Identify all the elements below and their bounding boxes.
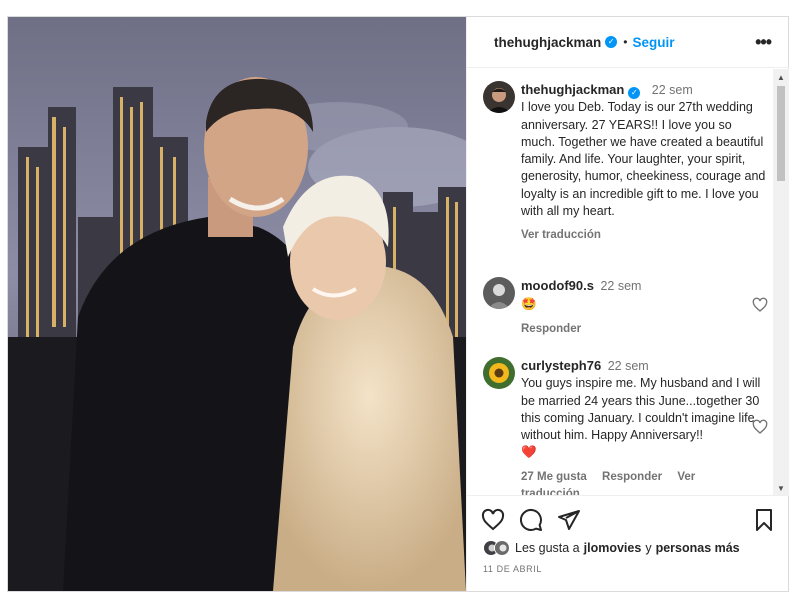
post-side-panel: thehughjackman ✓ • Seguir ••• thehughjac… — [466, 17, 789, 591]
post-author-username[interactable]: thehughjackman — [494, 35, 601, 50]
commenter-avatar[interactable] — [483, 277, 515, 309]
comments-scrollbar[interactable]: ▲ ▼ — [773, 69, 789, 495]
comment-author[interactable]: curlysteph76 — [521, 358, 601, 373]
comment-time[interactable]: 22 sem — [600, 279, 641, 293]
liker-avatar[interactable] — [494, 540, 510, 556]
scroll-up-icon[interactable]: ▲ — [777, 73, 785, 82]
reply-button[interactable]: Responder — [602, 471, 662, 483]
follow-button[interactable]: Seguir — [632, 35, 674, 50]
couple-photo-illustration — [8, 17, 466, 591]
post-photo[interactable] — [8, 17, 466, 591]
comment-meta: Responder — [521, 321, 768, 338]
post-dialog: thehughjackman ✓ • Seguir ••• thehughjac… — [7, 16, 789, 592]
comment-icon[interactable] — [519, 508, 543, 532]
comment-text: 🤩 — [521, 297, 537, 312]
comment-time[interactable]: 22 sem — [608, 359, 649, 373]
comment-author[interactable]: moodof90.s — [521, 278, 594, 293]
commenter-avatar[interactable] — [483, 357, 515, 389]
comment-text: You guys inspire me. My husband and I wi… — [521, 376, 761, 443]
post-date[interactable]: 11 DE ABRIL — [483, 564, 542, 574]
likes-connector: y — [645, 541, 652, 555]
heart-icon[interactable] — [752, 419, 768, 435]
likes-summary: Les gusta a jlomovies y personas más — [483, 540, 740, 556]
more-options-button[interactable]: ••• — [755, 32, 772, 53]
likes-prefix: Les gusta a — [515, 541, 580, 555]
verified-badge-icon: ✓ — [628, 87, 641, 99]
caption-translate-link[interactable]: Ver traducción — [521, 227, 768, 244]
caption-time[interactable]: 22 sem — [652, 83, 693, 97]
comment-emoji: ❤️ — [521, 445, 537, 460]
heart-icon[interactable] — [752, 297, 768, 313]
comment-item: curlysteph76 22 sem You guys inspire me.… — [483, 357, 768, 495]
comment-item: moodof90.s 22 sem 🤩 Responder — [483, 277, 768, 338]
translate-label[interactable]: Ver traducción — [521, 229, 601, 241]
send-icon[interactable] — [557, 508, 581, 532]
bookmark-icon[interactable] — [752, 508, 776, 532]
post-actions: Les gusta a jlomovies y personas más 11 … — [467, 495, 789, 591]
heart-icon[interactable] — [481, 508, 505, 532]
caption-entry: thehughjackman ✓ 22 sem I love you Deb. T… — [483, 81, 768, 245]
separator-dot: • — [623, 35, 628, 49]
verified-badge-icon: ✓ — [605, 36, 618, 48]
author-avatar[interactable] — [483, 81, 515, 113]
comment-meta: 27 Me gusta Responder Ver traducción — [521, 469, 768, 495]
likes-others[interactable]: personas más — [656, 541, 740, 555]
caption-text: I love you Deb. Today is our 27th weddin… — [521, 100, 766, 219]
comments-list[interactable]: thehughjackman ✓ 22 sem I love you Deb. T… — [467, 69, 789, 495]
likes-user[interactable]: jlomovies — [584, 541, 642, 555]
scroll-down-icon[interactable]: ▼ — [777, 484, 785, 493]
post-header: thehughjackman ✓ • Seguir ••• — [467, 17, 789, 68]
reply-button[interactable]: Responder — [521, 323, 581, 335]
caption-author[interactable]: thehughjackman — [521, 82, 624, 97]
scroll-thumb[interactable] — [777, 86, 785, 181]
comment-likes[interactable]: 27 Me gusta — [521, 471, 587, 483]
